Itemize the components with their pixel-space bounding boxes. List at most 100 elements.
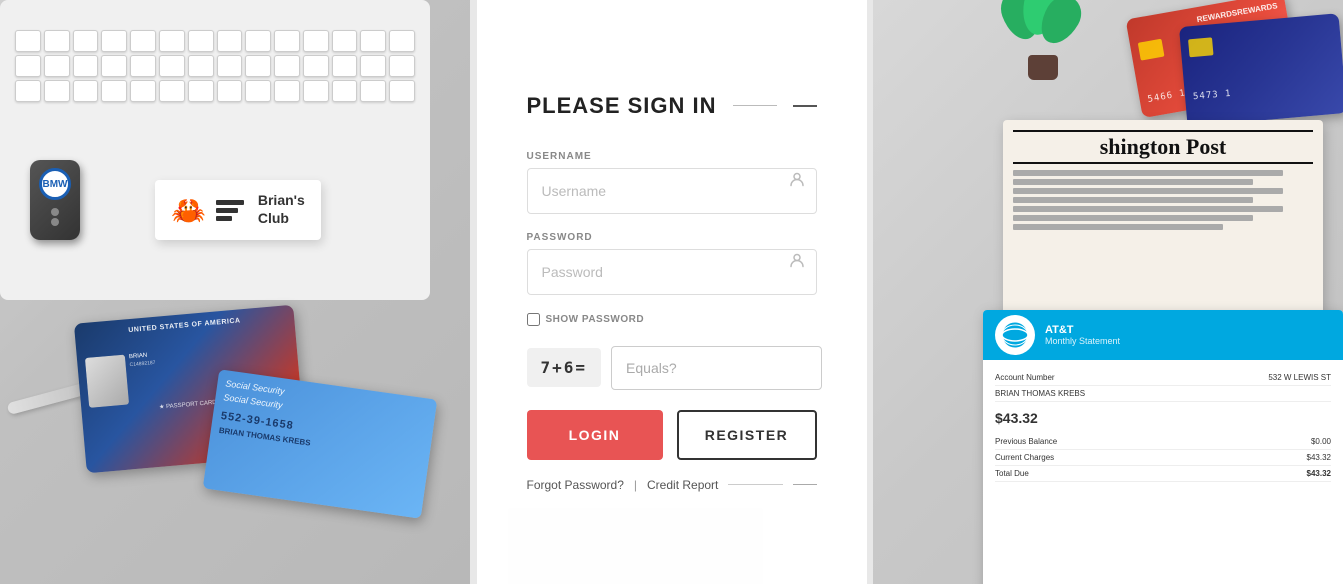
key [101,30,127,52]
bg-left-panel: BMW BRIAN C14892187 [0,0,470,584]
footer-separator: | [634,478,637,492]
title-dash [793,105,817,107]
password-icon [789,253,805,274]
captcha-input[interactable] [611,346,822,390]
key [159,80,185,102]
password-input[interactable] [527,249,817,295]
action-buttons-row: LOGIN REGISTER [527,410,817,460]
key [130,55,156,77]
key [217,30,243,52]
att-row: BRIAN THOMAS KREBS [995,386,1331,402]
username-label: USERNAME [527,151,817,162]
key [274,30,300,52]
key [188,80,214,102]
newspaper-content [1013,170,1313,230]
bar-2 [216,208,238,213]
key [159,55,185,77]
att-statement-decoration: AT&T Monthly Statement Account Number532… [983,310,1343,584]
footer-dash [793,484,817,485]
key [188,30,214,52]
username-field-group: USERNAME [527,151,817,214]
register-button[interactable]: REGISTER [677,410,817,460]
newspaper-title: shington Post [1013,130,1313,164]
footer-links-row: Forgot Password? | Credit Report [527,478,817,492]
show-password-checkbox[interactable] [527,313,540,326]
key [73,80,99,102]
key [15,80,41,102]
brians-club-logo: 🦀 Brian's Club [155,180,321,240]
key [245,55,271,77]
password-field-group: PASSWORD [527,232,817,295]
key [130,80,156,102]
id-cards-area: BRIAN C14892187 Social Security 552-39-1… [80,284,460,564]
show-password-row: SHOW PASSWORD [527,313,817,326]
key [332,30,358,52]
key [303,55,329,77]
captcha-row: 7+6= [527,346,817,390]
page-title: PLEASE SIGN IN [527,93,717,119]
bar-3 [216,216,232,221]
credit-card-blue: 5473 1 [1179,13,1343,127]
credit-report-link[interactable]: Credit Report [647,478,718,492]
key [360,55,386,77]
att-row: Total Due$43.32 [995,466,1331,482]
captcha-expression: 7+6= [527,348,602,387]
credit-cards-decoration: REWARDS 5466 1b62 5473 1 [1043,0,1343,130]
key [44,80,70,102]
key [188,55,214,77]
key [274,80,300,102]
login-form-container: PLEASE SIGN IN USERNAME PASSWORD SHOW PA… [477,0,867,584]
key [245,80,271,102]
key [44,30,70,52]
key [389,80,415,102]
key [15,30,41,52]
key-fob: BMW [30,160,80,240]
bg-right-panel: REWARDS 5466 1b62 5473 1 shington Post [873,0,1343,584]
news-line [1013,188,1283,194]
key [360,80,386,102]
key [332,80,358,102]
key [360,30,386,52]
key [274,55,300,77]
club-bars [216,200,244,221]
username-icon [789,172,805,193]
username-input[interactable] [527,168,817,214]
news-line [1013,170,1283,176]
key [217,80,243,102]
key [101,80,127,102]
news-line [1013,224,1223,230]
bar-1 [216,200,244,205]
key [159,30,185,52]
key [389,30,415,52]
key [15,55,41,77]
att-row: Previous Balance$0.00 [995,434,1331,450]
key [303,80,329,102]
keyboard-keys [0,10,430,122]
footer-line [728,484,782,485]
show-password-label[interactable]: SHOW PASSWORD [546,314,645,325]
news-line [1013,206,1283,212]
key [245,30,271,52]
att-amount: $43.32 [995,410,1331,426]
att-row: Current Charges$43.32 [995,450,1331,466]
key [303,30,329,52]
club-name-text: Brian's Club [258,192,305,228]
key [44,55,70,77]
login-title-row: PLEASE SIGN IN [527,93,817,119]
keyboard-decoration [0,0,430,300]
key [217,55,243,77]
forgot-password-link[interactable]: Forgot Password? [527,478,624,492]
login-button[interactable]: LOGIN [527,410,663,460]
att-statement-title: AT&T Monthly Statement [1045,324,1120,346]
att-row: Account Number532 W LEWIS ST [995,370,1331,386]
att-logo [995,315,1035,355]
key [73,30,99,52]
key [101,55,127,77]
crab-icon: 🦀 [171,194,206,227]
news-line [1013,197,1253,203]
newspaper-decoration: shington Post [1003,120,1323,320]
key [130,30,156,52]
key [73,55,99,77]
att-body: Account Number532 W LEWIS ST BRIAN THOMA… [983,360,1343,492]
att-header: AT&T Monthly Statement [983,310,1343,360]
